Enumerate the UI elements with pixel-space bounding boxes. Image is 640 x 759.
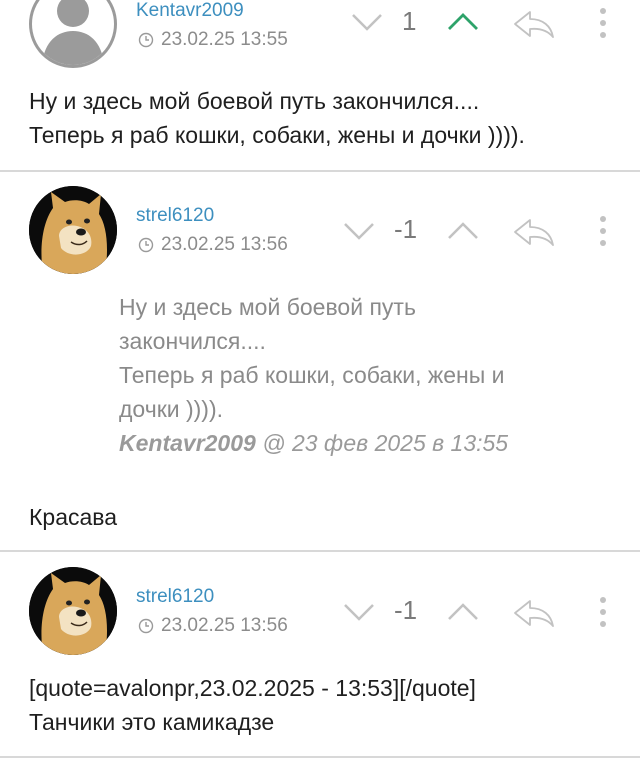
quote-attribution: Kentavr2009 @ 23 фев 2025 в 13:55: [119, 426, 589, 460]
clock-icon: [138, 32, 154, 48]
doge-avatar-icon: [29, 186, 117, 274]
reply-arrow-icon[interactable]: [512, 216, 556, 248]
chevron-down-icon[interactable]: [342, 602, 376, 622]
divider: [0, 756, 640, 758]
default-user-icon: [42, 0, 104, 65]
quote-block: Ну и здесь мой боевой путь закончился...…: [119, 290, 589, 460]
chevron-up-icon[interactable]: [446, 12, 480, 32]
username[interactable]: strel6120: [136, 586, 214, 608]
comment-line: Красава: [29, 504, 118, 530]
comment-line: [quote=avalonpr,23.02.2025 - 13:53][/quo…: [29, 675, 476, 701]
comment-line: Ну и здесь мой боевой путь закончился...…: [29, 88, 480, 114]
quote-author[interactable]: Kentavr2009: [119, 430, 256, 456]
quote-line: закончился....: [119, 328, 266, 354]
doge-avatar-icon: [29, 567, 117, 655]
avatar[interactable]: [29, 0, 117, 68]
quote-timestamp: @ 23 фев 2025 в 13:55: [255, 430, 509, 456]
chevron-down-icon[interactable]: [342, 221, 376, 241]
post-date: 23.02.25 13:55: [138, 29, 288, 51]
chevron-down-icon[interactable]: [350, 12, 384, 32]
clock-icon: [138, 237, 154, 253]
username[interactable]: Kentavr2009: [136, 0, 244, 22]
vote-score: 1: [402, 6, 417, 36]
comment-body: [quote=avalonpr,23.02.2025 - 13:53][/quo…: [29, 671, 476, 739]
quote-line: Ну и здесь мой боевой путь: [119, 294, 416, 320]
post-date: 23.02.25 13:56: [138, 234, 288, 256]
reply-arrow-icon[interactable]: [512, 597, 556, 629]
comment-line: Теперь я раб кошки, собаки, жены и дочки…: [29, 122, 525, 148]
reply-arrow-icon[interactable]: [512, 8, 556, 40]
quote-line: дочки )))).: [119, 396, 224, 422]
vote-score: -1: [394, 214, 418, 244]
clock-icon: [138, 618, 154, 634]
comment-body: Красава: [29, 500, 117, 534]
chevron-up-icon[interactable]: [446, 602, 480, 622]
post-date: 23.02.25 13:56: [138, 615, 288, 637]
quote-line: Теперь я раб кошки, собаки, жены и: [119, 362, 505, 388]
more-vertical-icon[interactable]: [598, 6, 608, 40]
divider: [0, 550, 640, 552]
more-vertical-icon[interactable]: [598, 214, 608, 248]
comment-line: Танчики это камикадзе: [29, 709, 275, 735]
avatar[interactable]: [29, 567, 117, 655]
comment-body: Ну и здесь мой боевой путь закончился...…: [29, 84, 525, 152]
date-text: 23.02.25 13:56: [161, 615, 288, 636]
avatar[interactable]: [29, 186, 117, 274]
chevron-up-icon[interactable]: [446, 221, 480, 241]
date-text: 23.02.25 13:55: [161, 29, 288, 50]
username[interactable]: strel6120: [136, 205, 214, 227]
date-text: 23.02.25 13:56: [161, 234, 288, 255]
more-vertical-icon[interactable]: [598, 595, 608, 629]
divider: [0, 170, 640, 172]
vote-score: -1: [394, 595, 418, 625]
